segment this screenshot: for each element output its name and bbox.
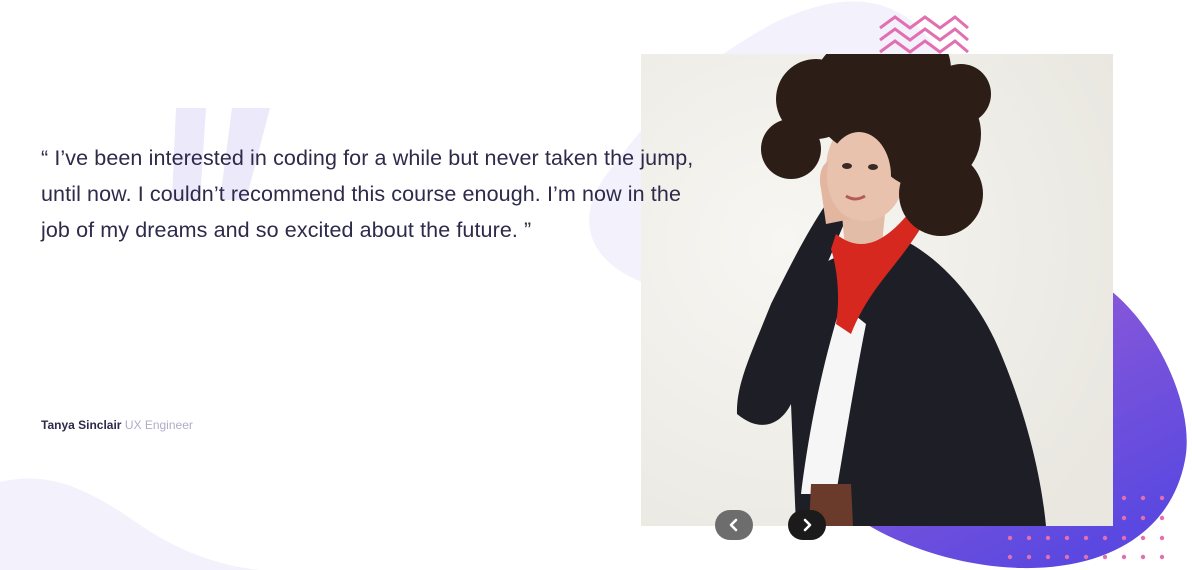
author-role: UX Engineer (124, 418, 193, 432)
chevron-left-icon (729, 518, 738, 532)
zigzag-pattern-icon (879, 15, 969, 54)
testimonial-photo (641, 54, 1113, 526)
next-button[interactable] (788, 510, 826, 540)
testimonial-author: Tanya Sinclair UX Engineer (41, 418, 193, 432)
testimonial-quote: “ I’ve been interested in coding for a w… (41, 146, 694, 242)
chevron-right-icon (803, 518, 812, 532)
background-curve-left (0, 478, 260, 570)
portrait-illustration (641, 54, 1113, 526)
previous-button[interactable] (715, 510, 753, 540)
author-name: Tanya Sinclair (41, 418, 122, 432)
